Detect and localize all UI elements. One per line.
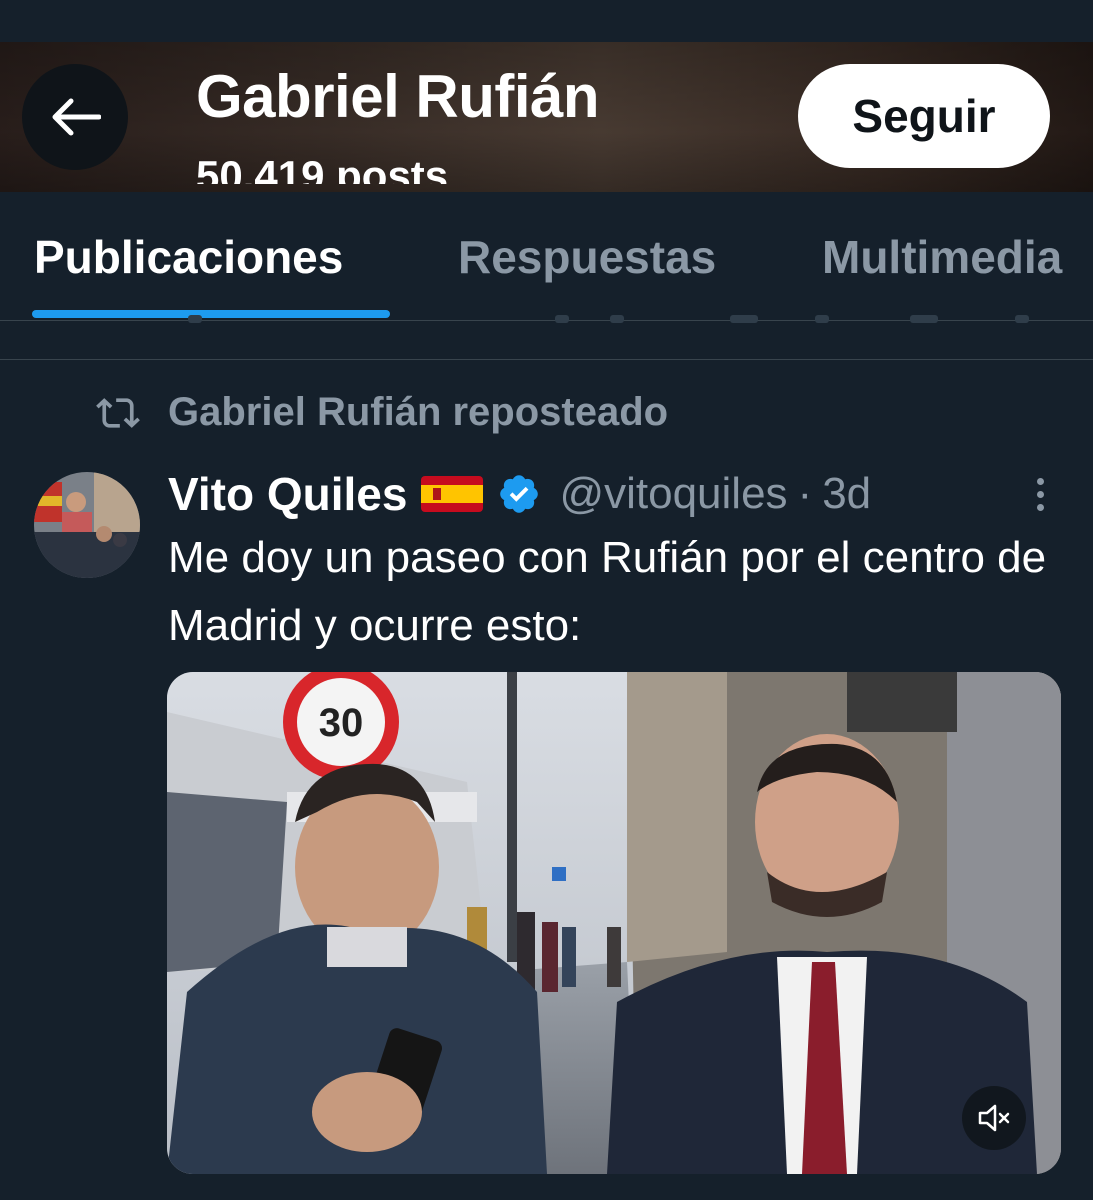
avatar-image [34,472,140,578]
more-options-icon [1036,477,1044,485]
repost-indicator[interactable]: Gabriel Rufián reposteado [96,390,668,435]
author-handle[interactable]: @vitoquiles [559,469,787,519]
arrow-left-icon [52,98,101,136]
tweet-text: Me doy un paseo con Rufián por el centro… [168,533,1047,650]
speed-sign-text: 30 [319,701,364,745]
tweet-author-row: Vito Quiles @vitoquiles · 3d [168,462,871,526]
posts-count: 50.419 posts [196,152,449,184]
profile-header: Gabriel Rufián 50.419 posts Seguir [0,0,1093,192]
author-name[interactable]: Vito Quiles [168,467,407,521]
status-area [0,0,1093,42]
follow-button[interactable]: Seguir [798,64,1050,168]
tab-respuestas[interactable]: Respuestas [458,230,716,284]
active-tab-indicator [32,310,390,318]
profile-tabs: Publicaciones Respuestas Multimedia [0,192,1093,321]
video-frame: 30 [167,672,1061,1174]
volume-muted-icon [978,1104,1010,1132]
more-options-button[interactable] [1018,470,1062,518]
repost-text: Gabriel Rufián reposteado [168,390,669,434]
mute-button[interactable] [962,1086,1026,1150]
repost-icon [96,397,140,428]
profile-name: Gabriel Rufián [196,63,600,130]
avatar[interactable] [34,472,140,578]
post-time[interactable]: 3d [822,469,871,519]
verified-badge-icon [500,475,539,513]
separator-dot: · [797,469,813,518]
tweet-video[interactable]: 30 [167,672,1061,1174]
tab-publicaciones[interactable]: Publicaciones [34,230,343,284]
profile-page: Gabriel Rufián 50.419 posts Seguir Publi… [0,0,1093,1200]
previous-post-actions [0,315,1093,360]
spain-flag-icon [421,476,484,512]
back-button[interactable] [22,64,128,170]
tab-multimedia[interactable]: Multimedia [822,230,1062,284]
